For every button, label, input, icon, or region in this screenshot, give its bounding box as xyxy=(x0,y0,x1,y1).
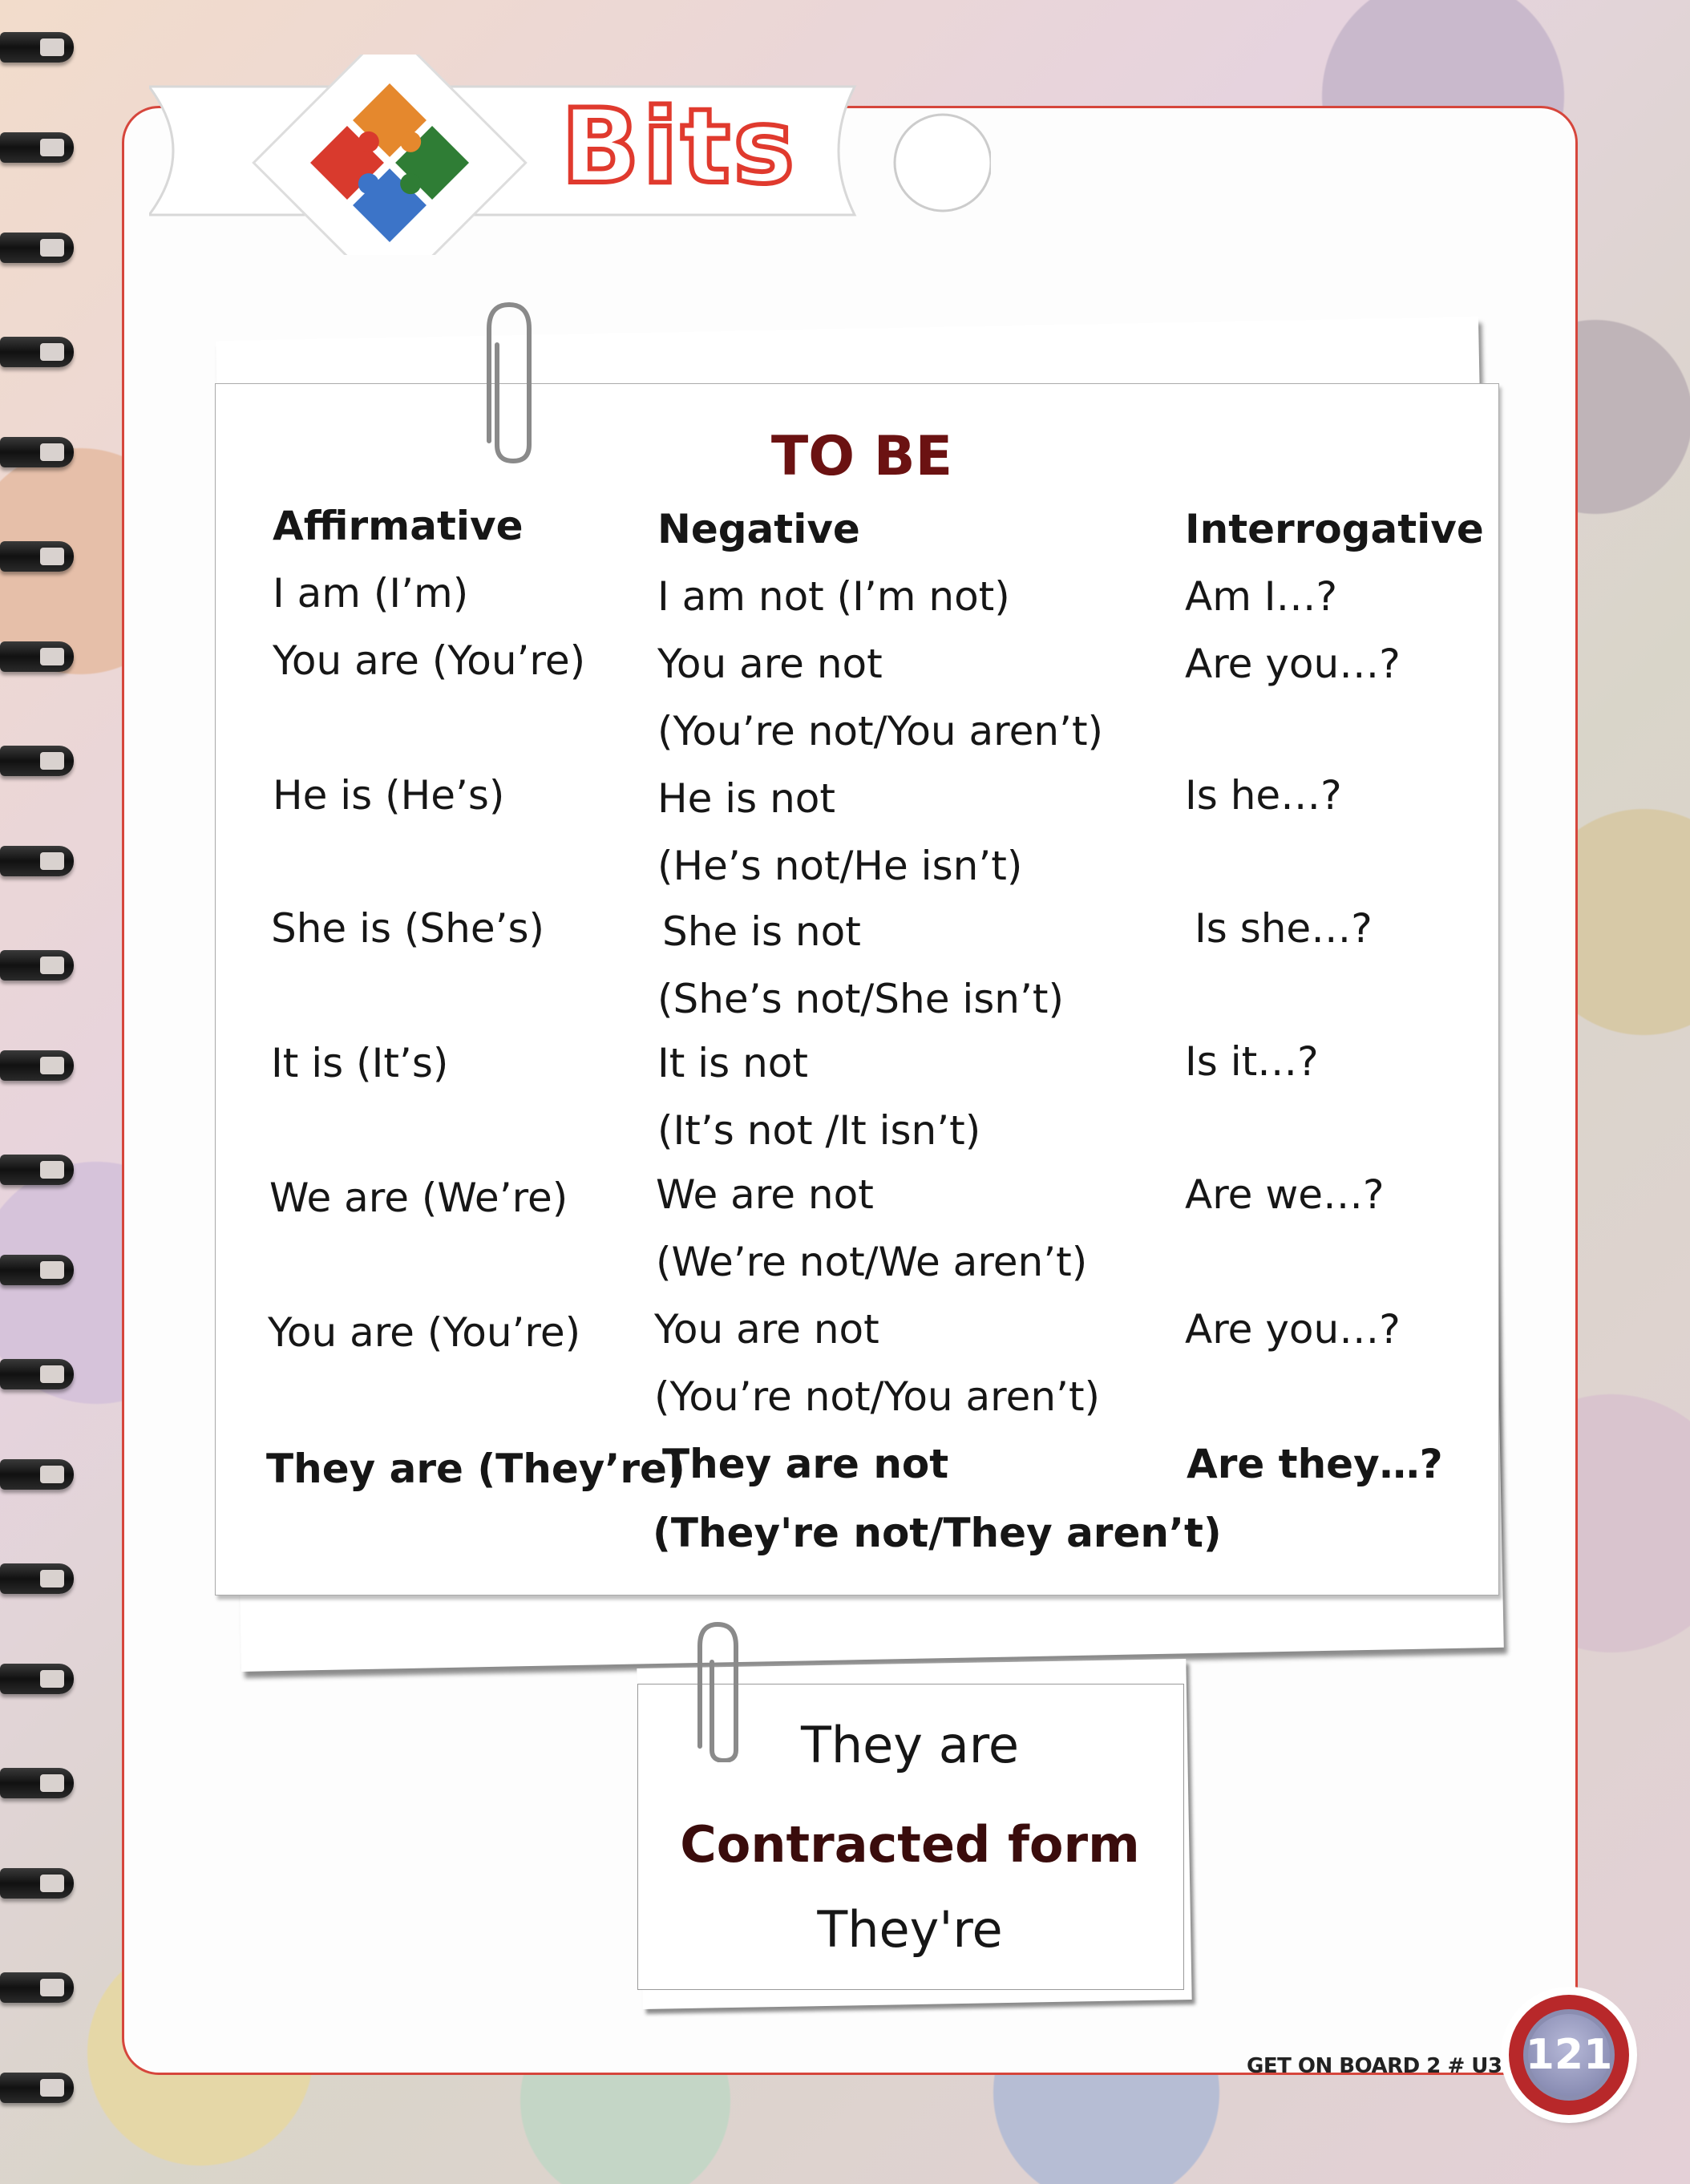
negative-cell: You are not xyxy=(654,1306,879,1353)
negative-cell: You are not xyxy=(657,641,883,687)
negative-contraction-cell: (You’re not/You aren’t) xyxy=(657,708,1104,754)
affirmative-cell: We are (We’re) xyxy=(269,1175,568,1221)
negative-contraction-cell: (We’re not/We aren’t) xyxy=(656,1239,1088,1285)
spiral-binding xyxy=(0,0,88,2184)
affirmative-cell: She is (She’s) xyxy=(271,905,545,952)
interrogative-cell: Are you…? xyxy=(1185,1306,1401,1353)
interrogative-cell: Is she…? xyxy=(1195,905,1373,952)
negative-contraction-cell: (They're not/They aren’t) xyxy=(653,1510,1222,1556)
column-header-affirmative: Affirmative xyxy=(273,503,524,549)
affirmative-cell: It is (It’s) xyxy=(271,1040,449,1086)
affirmative-cell: He is (He’s) xyxy=(273,772,505,819)
interrogative-cell: Are they…? xyxy=(1187,1441,1443,1487)
interrogative-cell: Is he…? xyxy=(1185,772,1342,819)
affirmative-cell: They are (They’re) xyxy=(266,1446,685,1492)
page-title: Bits xyxy=(559,87,798,207)
column-header-negative: Negative xyxy=(657,506,860,552)
column-header-interrogative: Interrogative xyxy=(1185,506,1484,552)
interrogative-cell: Is it…? xyxy=(1185,1038,1319,1085)
negative-contraction-cell: (You’re not/You aren’t) xyxy=(654,1373,1101,1420)
book-reference: GET ON BOARD 2 # U3 PB xyxy=(1247,2054,1539,2078)
negative-cell: I am not (I’m not) xyxy=(657,573,1010,620)
page-number: 121 xyxy=(1523,2009,1615,2101)
affirmative-cell: You are (You’re) xyxy=(273,637,586,684)
negative-contraction-cell: (She’s not/She isn’t) xyxy=(657,976,1064,1022)
note-full-form: They are xyxy=(801,1716,1019,1774)
note-label: Contracted form xyxy=(680,1815,1140,1874)
affirmative-cell: I am (I’m) xyxy=(273,570,469,617)
interrogative-cell: Are we…? xyxy=(1185,1171,1385,1218)
puzzle-icon xyxy=(252,55,528,255)
negative-contraction-cell: (He’s not/He isn’t) xyxy=(657,843,1023,889)
table-title: TO BE xyxy=(770,425,953,488)
negative-cell: He is not xyxy=(657,775,835,822)
negative-cell: She is not xyxy=(662,908,861,955)
interrogative-cell: Am I…? xyxy=(1185,573,1338,620)
negative-cell: They are not xyxy=(662,1441,949,1487)
negative-cell: It is not xyxy=(657,1040,808,1086)
note-contraction: They're xyxy=(817,1900,1003,1959)
negative-cell: We are not xyxy=(656,1171,874,1218)
interrogative-cell: Are you…? xyxy=(1185,641,1401,687)
affirmative-cell: You are (You’re) xyxy=(268,1309,581,1356)
negative-contraction-cell: (It’s not /It isn’t) xyxy=(657,1107,981,1154)
